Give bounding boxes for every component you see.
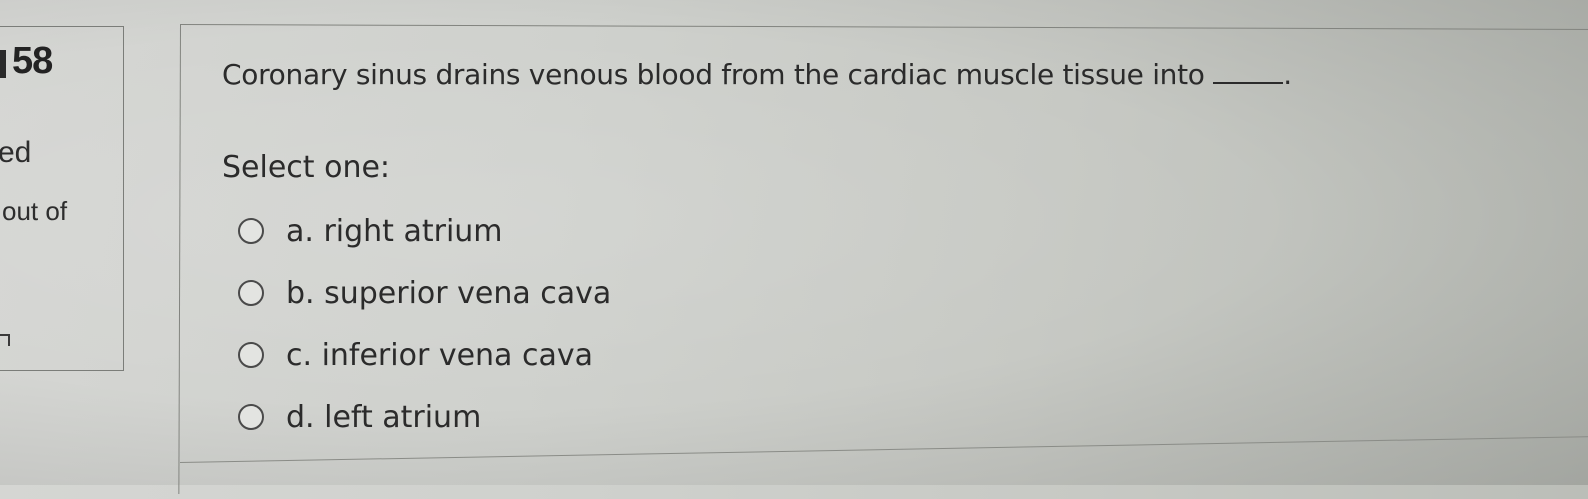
answer-label: d. left atrium	[286, 399, 482, 435]
answer-label: c. inferior vena cava	[286, 337, 593, 373]
radio-button-icon[interactable]	[238, 404, 264, 430]
answer-options: a. right atrium b. superior vena cava c.…	[238, 200, 611, 448]
question-text: Coronary sinus drains venous blood from …	[222, 58, 1292, 91]
answer-option-d[interactable]: d. left atrium	[238, 386, 611, 448]
answer-option-c[interactable]: c. inferior vena cava	[238, 324, 611, 386]
question-state: ed	[0, 136, 32, 169]
answer-blank	[1213, 60, 1284, 84]
question-number: 58	[12, 40, 53, 82]
answer-option-a[interactable]: a. right atrium	[238, 200, 611, 262]
answer-option-b[interactable]: b. superior vena cava	[238, 262, 611, 324]
radio-button-icon[interactable]	[238, 218, 264, 244]
radio-button-icon[interactable]	[238, 280, 264, 306]
radio-button-icon[interactable]	[238, 342, 264, 368]
question-marks: out of	[2, 196, 68, 226]
answer-label: a. right atrium	[286, 213, 503, 249]
select-one-prompt: Select one:	[222, 150, 391, 185]
question-stem: Coronary sinus drains venous blood from …	[222, 58, 1205, 91]
answer-label: b. superior vena cava	[286, 275, 612, 311]
question-period: .	[1283, 58, 1292, 91]
question-number-marker	[0, 50, 6, 78]
flag-question-icon[interactable]	[0, 334, 10, 346]
